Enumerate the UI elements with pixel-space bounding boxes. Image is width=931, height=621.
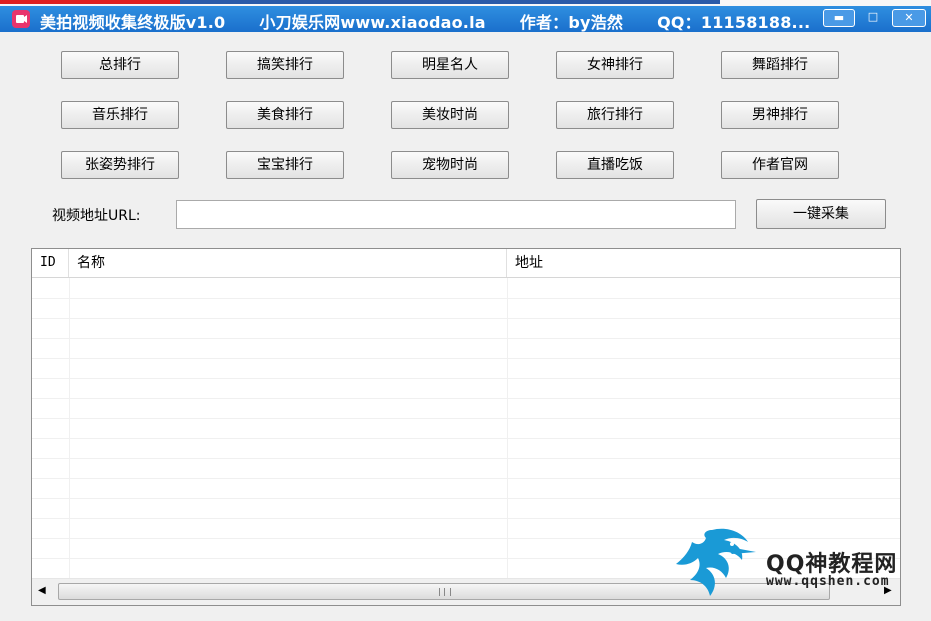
category-button-author-site[interactable]: 作者官网 [721,151,839,179]
category-button-music[interactable]: 音乐排行 [61,101,179,129]
maximize-button[interactable]: □ [862,9,884,27]
grid-row-line [32,298,900,299]
title-app-name: 美拍视频收集终极版v1.0 [40,13,226,32]
list-header: ID 名称 地址 [32,249,900,278]
scroll-left-icon[interactable]: ◀ [38,585,46,596]
category-button-male-idol[interactable]: 男神排行 [721,101,839,129]
url-input[interactable] [176,200,736,229]
grid-col-line [69,278,70,578]
category-button-makeup[interactable]: 美妆时尚 [391,101,509,129]
category-button-travel[interactable]: 旅行排行 [556,101,674,129]
grid-row-line [32,318,900,319]
grid-row-line [32,418,900,419]
window-title: 美拍视频收集终极版v1.0 小刀娱乐网www.xiaodao.la 作者：by浩然 Q… [40,9,810,33]
collect-button[interactable]: 一键采集 [756,199,886,229]
column-header-name[interactable]: 名称 [69,249,507,277]
grid-col-line [507,278,508,578]
title-bar[interactable]: 美拍视频收集终极版v1.0 小刀娱乐网www.xiaodao.la 作者：by浩然 Q… [0,6,931,32]
background-red-bar [0,0,180,4]
column-header-address[interactable]: 地址 [507,249,900,277]
category-button-pose[interactable]: 张姿势排行 [61,151,179,179]
grid-row-line [32,518,900,519]
watermark-url: www.qqshen.com [766,574,890,589]
category-button-pet[interactable]: 宠物时尚 [391,151,509,179]
category-button-funny[interactable]: 搞笑排行 [226,51,344,79]
category-button-total[interactable]: 总排行 [61,51,179,79]
watermark: QQ神教程网 www.qqshen.com [672,524,922,604]
category-button-live-eating[interactable]: 直播吃饭 [556,151,674,179]
app-icon [12,10,30,28]
grid-row-line [32,498,900,499]
grid-row-line [32,458,900,459]
title-site: 小刀娱乐网www.xiaodao.la [259,13,486,32]
column-header-id[interactable]: ID [32,249,69,277]
grid-row-line [32,378,900,379]
background-blue-bar [180,0,720,4]
category-button-food[interactable]: 美食排行 [226,101,344,129]
category-button-dance[interactable]: 舞蹈排行 [721,51,839,79]
grid-row-line [32,438,900,439]
dragon-logo-icon [676,528,756,596]
grid-row-line [32,338,900,339]
category-button-celebrity[interactable]: 明星名人 [391,51,509,79]
grid-row-line [32,358,900,359]
grip-icon [439,588,451,596]
close-button[interactable]: ✕ [892,9,926,27]
title-author: 作者：by浩然 [519,13,624,32]
minimize-button[interactable]: ▬ [823,9,855,27]
category-button-goddess[interactable]: 女神排行 [556,51,674,79]
grid-row-line [32,398,900,399]
category-button-baby[interactable]: 宝宝排行 [226,151,344,179]
grid-row-line [32,478,900,479]
url-label: 视频地址URL: [52,208,141,224]
title-qq: QQ：11158188... [657,13,811,32]
